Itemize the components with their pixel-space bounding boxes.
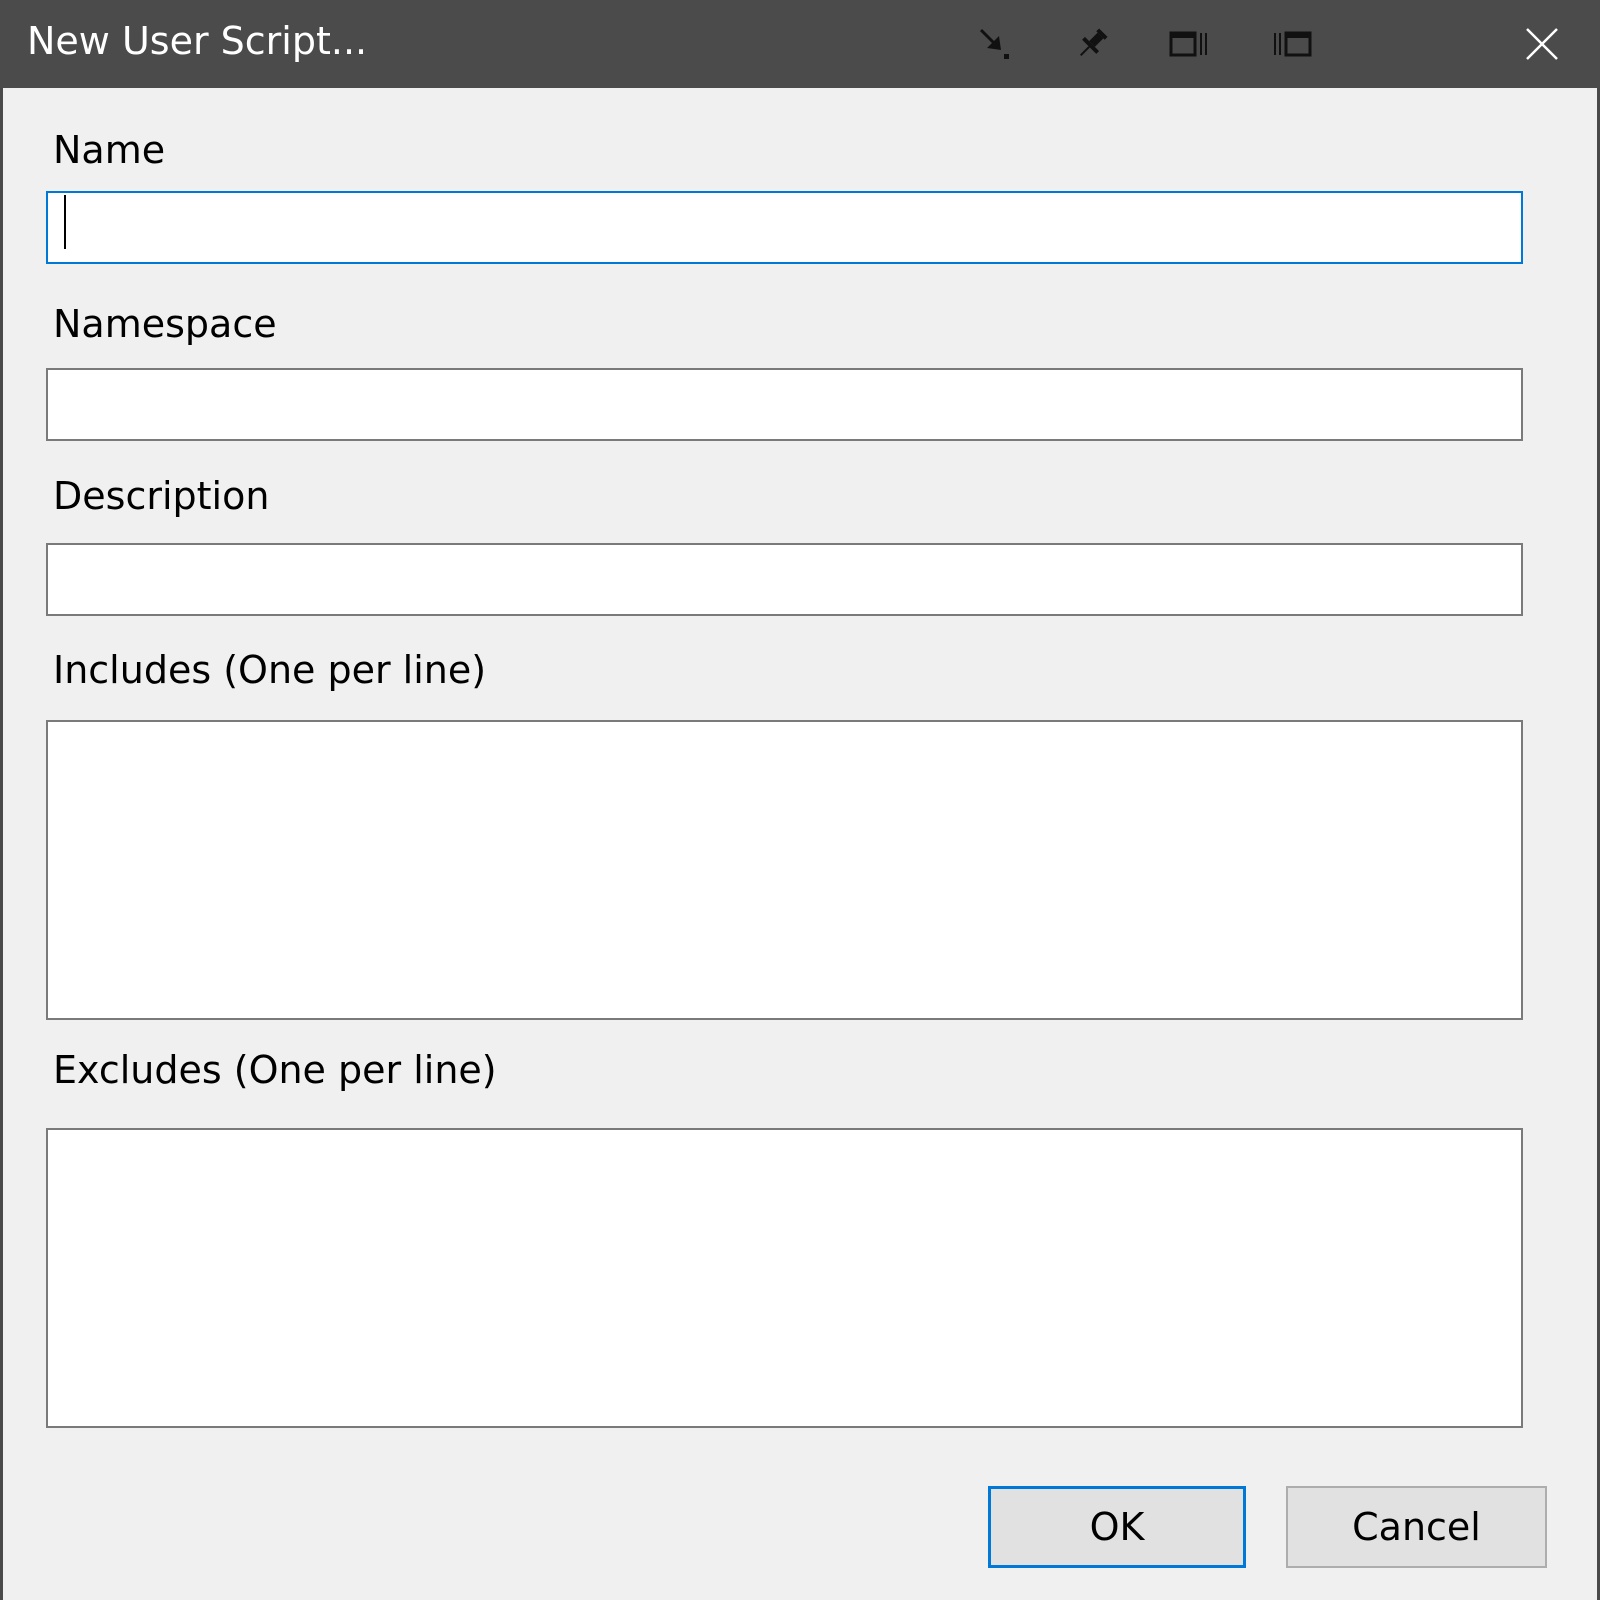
namespace-input[interactable] xyxy=(46,368,1523,441)
name-label: Name xyxy=(53,126,165,174)
dock-right-panel-icon[interactable] xyxy=(1266,18,1318,70)
pin-icon[interactable] xyxy=(1066,18,1118,70)
cancel-button[interactable]: Cancel xyxy=(1286,1486,1547,1568)
text-caret xyxy=(64,195,66,249)
namespace-label: Namespace xyxy=(53,300,277,348)
dock-left-panel-icon[interactable] xyxy=(1164,18,1216,70)
window-title: New User Script... xyxy=(27,16,367,66)
title-bar[interactable]: New User Script... xyxy=(0,0,1600,88)
ok-button[interactable]: OK xyxy=(988,1486,1246,1568)
name-input[interactable] xyxy=(46,191,1523,264)
close-icon[interactable] xyxy=(1516,18,1568,70)
excludes-label: Excludes (One per line) xyxy=(53,1046,497,1094)
description-label: Description xyxy=(53,472,269,520)
includes-textarea[interactable] xyxy=(46,720,1523,1020)
new-user-script-dialog: New User Script... xyxy=(0,0,1600,1600)
includes-label: Includes (One per line) xyxy=(53,646,486,694)
excludes-textarea[interactable] xyxy=(46,1128,1523,1428)
dock-arrow-icon[interactable] xyxy=(969,18,1021,70)
description-input[interactable] xyxy=(46,543,1523,616)
